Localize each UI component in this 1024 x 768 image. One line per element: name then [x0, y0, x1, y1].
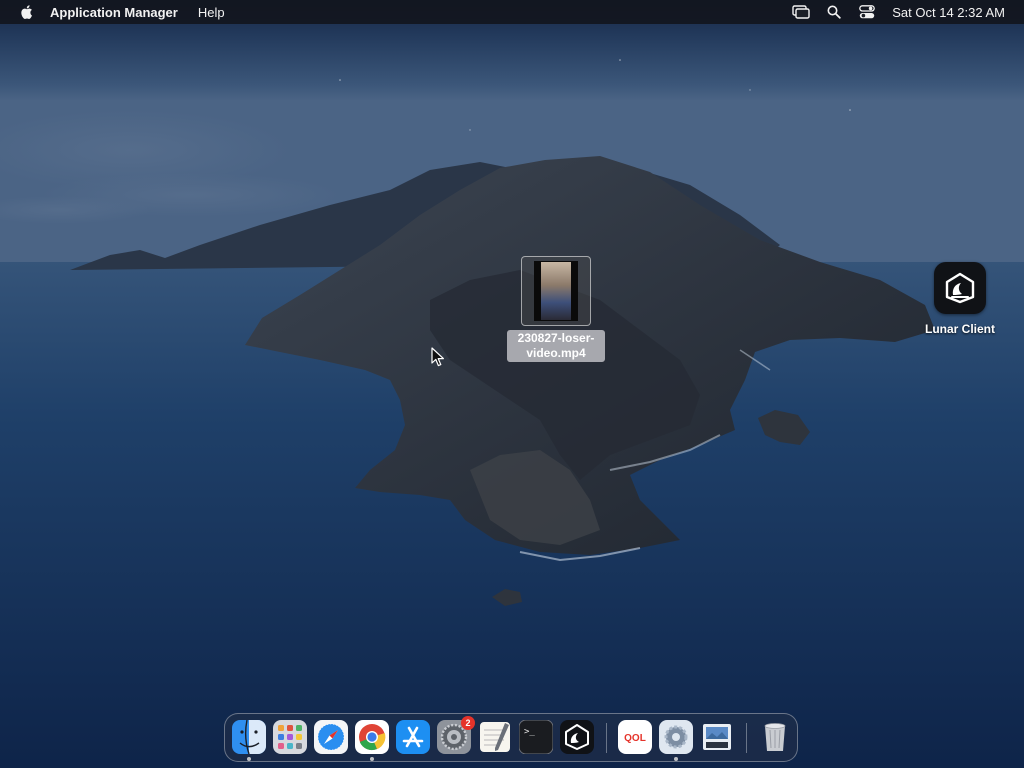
terminal-prompt: >_	[524, 727, 535, 737]
dock-app-chrome[interactable]	[355, 720, 389, 761]
preview-icon	[703, 724, 731, 750]
running-indicator	[247, 757, 251, 761]
dock-app-trash[interactable]	[758, 720, 792, 754]
dock: 2 >_ QOL	[224, 713, 798, 762]
menu-bar: Application Manager Help Sat Oct 14 2:32…	[0, 0, 1024, 24]
dock-app-qol[interactable]: QOL	[618, 720, 652, 754]
running-indicator	[674, 757, 678, 761]
dock-app-terminal[interactable]: >_	[519, 720, 553, 754]
desktop-app-label: Lunar Client	[924, 322, 995, 336]
chrome-icon	[355, 720, 389, 754]
desktop-app-lunar-client[interactable]: Lunar Client	[915, 262, 1005, 336]
qol-icon: QOL	[618, 720, 652, 754]
menu-help[interactable]: Help	[198, 5, 225, 20]
dock-app-system-preferences[interactable]: 2	[437, 716, 475, 754]
dock-app-launchpad[interactable]	[273, 720, 307, 754]
dock-app-app-store[interactable]	[396, 720, 430, 754]
dock-app-lunar-client[interactable]	[560, 720, 594, 754]
application-manager-icon	[659, 720, 693, 754]
menu-bar-left: Application Manager Help	[0, 0, 245, 24]
lunar-client-icon	[934, 262, 986, 314]
lunar-client-icon	[560, 720, 594, 754]
mouse-cursor-icon	[431, 347, 444, 367]
dock-app-textedit[interactable]	[478, 720, 512, 754]
terminal-icon: >_	[519, 720, 553, 754]
dock-separator	[746, 723, 747, 753]
safari-icon	[314, 720, 348, 754]
desktop-file-video[interactable]: 230827-loser-video.mp4	[505, 256, 607, 362]
finder-icon	[232, 720, 266, 754]
dock-app-finder[interactable]	[232, 720, 266, 761]
desktop: Application Manager Help Sat Oct 14 2:32…	[0, 0, 1024, 768]
wallpaper	[0, 0, 1024, 768]
app-store-icon	[396, 720, 430, 754]
screen-mirroring-icon[interactable]	[791, 3, 811, 21]
video-thumbnail-frame	[521, 256, 591, 326]
trash-icon	[764, 723, 786, 751]
apple-menu-icon[interactable]	[17, 3, 35, 21]
desktop-file-label: 230827-loser-video.mp4	[507, 330, 605, 362]
running-indicator	[370, 757, 374, 761]
notification-badge: 2	[461, 716, 475, 730]
spotlight-search-icon[interactable]	[824, 3, 844, 21]
menu-app-name[interactable]: Application Manager	[50, 5, 178, 20]
launchpad-icon	[273, 720, 307, 754]
dock-app-application-manager[interactable]	[659, 720, 693, 761]
menu-bar-clock[interactable]: Sat Oct 14 2:32 AM	[892, 5, 1005, 20]
dock-app-preview[interactable]	[700, 720, 734, 754]
video-thumbnail	[534, 261, 578, 321]
dock-separator	[606, 723, 607, 753]
dock-app-safari[interactable]	[314, 720, 348, 754]
qol-text: QOL	[624, 733, 646, 744]
textedit-icon	[480, 722, 510, 752]
control-center-icon[interactable]	[857, 3, 877, 21]
video-thumbnail-image	[541, 262, 571, 320]
menu-bar-right: Sat Oct 14 2:32 AM	[791, 0, 1024, 24]
